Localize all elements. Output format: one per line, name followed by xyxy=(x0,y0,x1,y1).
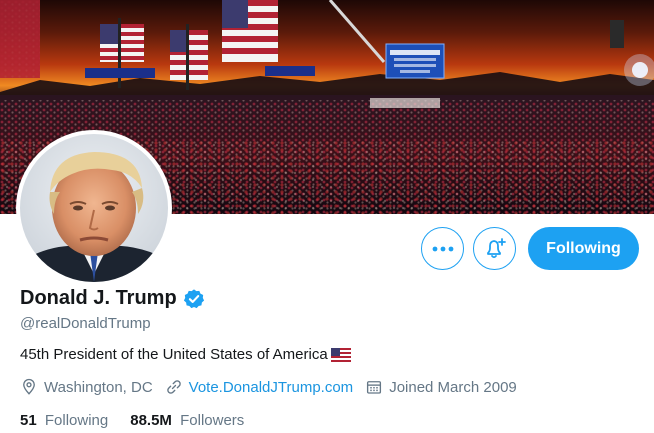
notifications-button[interactable] xyxy=(473,227,516,270)
website-item[interactable]: Vote.DonaldJTrump.com xyxy=(165,378,354,396)
profile-name: Donald J. Trump xyxy=(20,287,177,309)
calendar-icon xyxy=(365,378,383,396)
verified-badge-icon xyxy=(183,288,205,310)
link-icon xyxy=(165,378,183,396)
following-label: Following xyxy=(44,412,109,429)
followers-label: Followers xyxy=(180,412,245,429)
profile-page: Following Donald J. Trump @realDonaldTru… xyxy=(0,0,654,433)
profile-avatar[interactable] xyxy=(16,130,172,286)
joined-item: Joined March 2009 xyxy=(365,378,517,396)
website-link[interactable]: Vote.DonaldJTrump.com xyxy=(189,379,354,396)
following-button[interactable]: Following xyxy=(528,227,639,270)
joined-text: Joined March 2009 xyxy=(389,378,517,396)
following-stat[interactable]: 51 Following xyxy=(20,412,108,429)
profile-handle: @realDonaldTrump xyxy=(20,315,151,332)
profile-stats: 51 Following 88.5M Followers xyxy=(20,412,266,429)
profile-name-row: Donald J. Trump xyxy=(20,287,205,310)
more-icon xyxy=(432,246,454,252)
profile-meta: Washington, DC Vote.DonaldJTrump.com Joi… xyxy=(20,378,529,396)
followers-stat[interactable]: 88.5M Followers xyxy=(130,412,244,429)
location-text: Washington, DC xyxy=(44,378,153,396)
bio-text: 45th President of the United States of A… xyxy=(20,346,328,363)
avatar-portrait xyxy=(20,134,168,282)
profile-bio: 45th President of the United States of A… xyxy=(20,346,351,363)
bell-plus-icon xyxy=(483,237,507,261)
more-options-button[interactable] xyxy=(421,227,464,270)
location-item: Washington, DC xyxy=(20,378,153,396)
following-count: 51 xyxy=(20,412,37,429)
followers-count: 88.5M xyxy=(130,412,172,429)
us-flag-icon xyxy=(330,347,351,362)
location-pin-icon xyxy=(20,378,38,396)
